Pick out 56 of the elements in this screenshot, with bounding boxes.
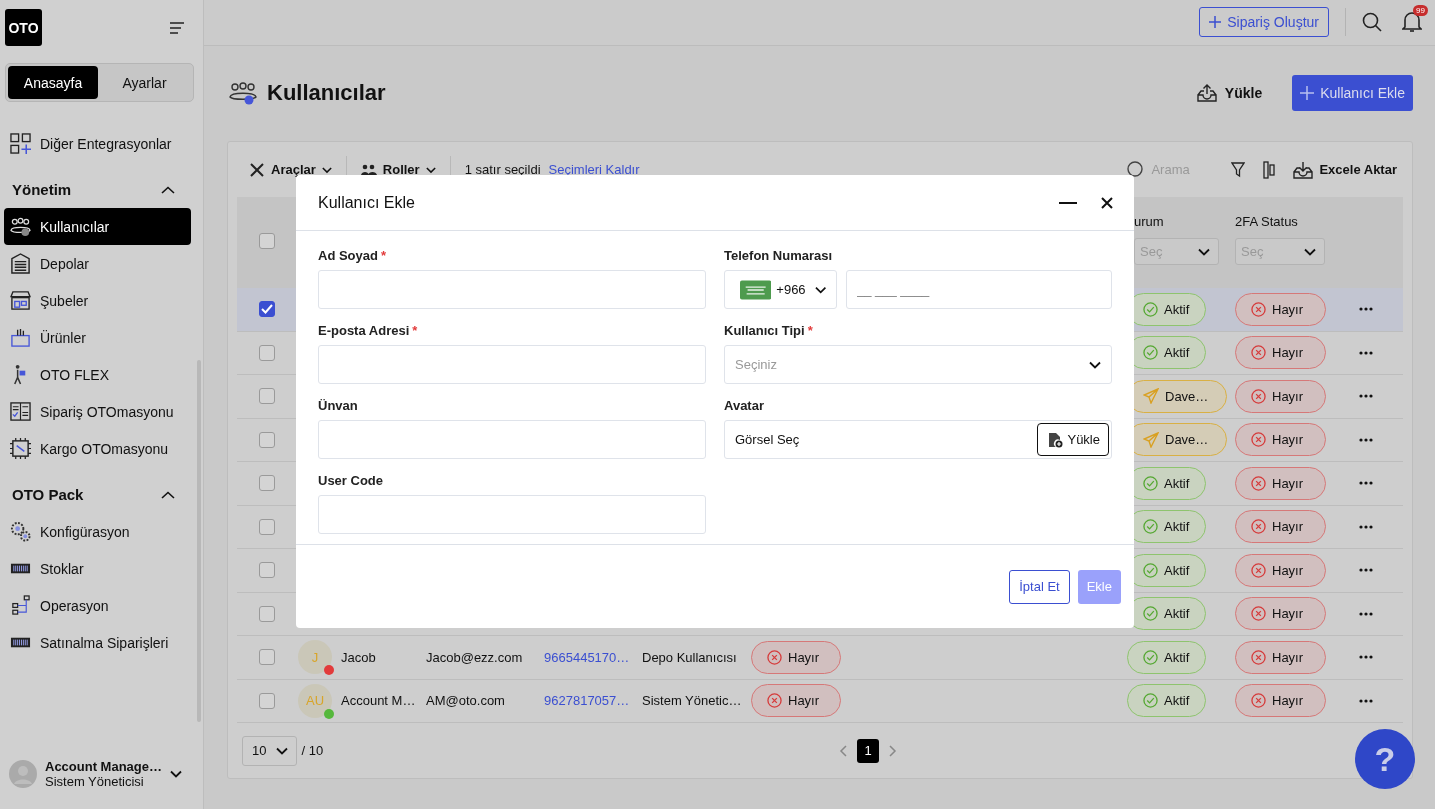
sidebar-item-label: Satınalma Siparişleri [40, 634, 169, 651]
status-pill: Hayır [1235, 597, 1326, 631]
table-cell: Jacob [341, 649, 376, 665]
field-label: E-posta Adresi * [318, 323, 419, 338]
table-cell: Jacob@ezz.com [426, 649, 523, 665]
sidebar-item-label: Diğer Entegrasyonlar [40, 135, 172, 152]
sidebar-item-label: Sipariş OTOmasyonu [40, 403, 174, 420]
column-header: urum [1134, 214, 1165, 229]
country-code: +966 [776, 282, 806, 297]
status-pill: Hayır [1235, 423, 1326, 457]
notification-badge: 99 [1413, 5, 1428, 17]
page-title: Kullanıcılar [267, 80, 386, 107]
status-pill: Hayır [751, 684, 841, 718]
sidebar-item-label: Operasyon [40, 597, 109, 614]
section-title: Yönetim [12, 181, 72, 198]
status-pill: Aktif [1127, 640, 1207, 674]
status-pill: Hayır [751, 640, 841, 674]
sidebar-item-label: Depolar [40, 255, 90, 272]
section-title: OTO Pack [12, 486, 84, 503]
field-label: Ad Soyad * [318, 248, 388, 263]
user-avatar: J [298, 640, 332, 675]
status-pill: Hayır [1235, 510, 1326, 544]
field-label: Avatar [724, 398, 765, 413]
sidebar-item-label: Kargo OTOmasyonu [40, 440, 169, 457]
field-label: Telefon Numarası [724, 248, 834, 263]
table-cell: Depo Kullanıcısı [642, 649, 737, 665]
sidebar-item-label: OTO FLEX [40, 366, 109, 383]
status-pill: Hayır [1235, 336, 1326, 370]
status-pill: Aktif [1127, 684, 1207, 718]
status-pill: Hayır [1235, 292, 1326, 326]
table-cell: AM@oto.com [426, 693, 505, 709]
status-pill: Hayır [1235, 684, 1326, 718]
page-size-value: 10 [252, 743, 267, 758]
status-pill: Hayır [1235, 379, 1326, 413]
dialog-title: Kullanıcı Ekle [318, 193, 415, 212]
selection-count: 1 satır seçildi [464, 162, 541, 177]
select-placeholder: Seçiniz [735, 357, 777, 372]
field-label: Ünvan [318, 398, 359, 413]
user-role: Sistem Yöneticisi [45, 774, 145, 789]
table-cell: Sistem Yönetic… [642, 693, 742, 709]
sidebar-item-label: Ürünler [40, 329, 86, 346]
sidebar-item-label: Şubeler [40, 292, 89, 309]
table-cell: Account M… [341, 693, 416, 709]
column-header: 2FA Status [1235, 214, 1299, 229]
status-pill: Hayır [1235, 553, 1326, 587]
status-pill: Hayır [1235, 640, 1326, 674]
status-pill: Hayır [1235, 466, 1326, 500]
sidebar-item-label: Kullanıcılar [40, 218, 110, 235]
file-field-value: Görsel Seç [735, 432, 800, 447]
sidebar-item-label: Stoklar [40, 560, 84, 577]
field-label: User Code [318, 473, 385, 488]
sidebar-item-label: Konfigürasyon [40, 523, 130, 540]
field-label: Kullanıcı Tipi * [724, 323, 814, 338]
user-name: Account Manage… [45, 759, 162, 774]
user-avatar: AU [298, 683, 332, 718]
page-total: / 10 [301, 743, 324, 758]
